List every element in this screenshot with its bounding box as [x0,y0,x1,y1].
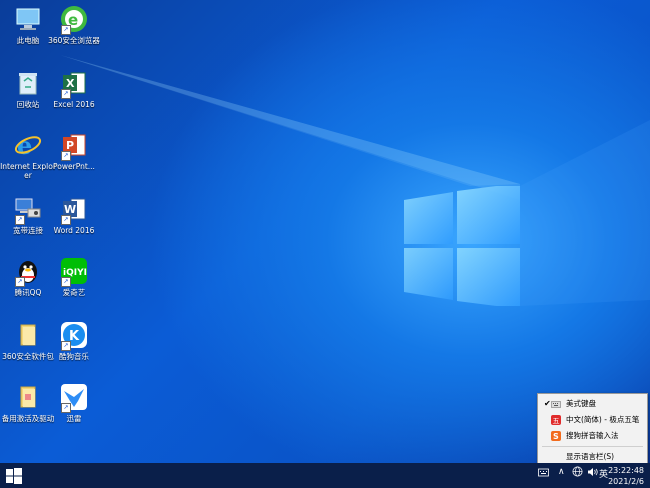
desktop-icon-excel[interactable]: X ↗ Excel 2016 [46,68,102,109]
windows-start-icon [6,468,22,484]
desktop[interactable]: 此电脑 回收站 e Internet Explorer ↗ 宽带连接 ↗ 腾讯Q… [0,0,650,463]
menu-item-sogou-pinyin[interactable]: S 搜狗拼音输入法 [538,428,647,444]
desktop-icon-word[interactable]: W ↗ Word 2016 [46,194,102,235]
menu-item-us-keyboard[interactable]: ✔ 美式键盘 [538,396,647,412]
folder-icon [13,320,43,350]
recycle-bin-icon [13,68,43,98]
start-button[interactable] [6,468,22,484]
shortcut-arrow-icon: ↗ [61,89,71,99]
svg-text:S: S [553,432,559,441]
svg-text:e: e [17,131,32,159]
computer-icon [13,4,43,34]
shortcut-arrow-icon: ↗ [61,403,71,413]
speaker-volume-icon[interactable] [587,467,598,480]
keyboard-tray-icon[interactable] [538,468,549,480]
desktop-icon-kugou[interactable]: K ↗ 酷狗音乐 [46,320,102,361]
system-clock[interactable]: 23:22:48 2021/2/6 [608,465,644,487]
desktop-icon-iqiyi[interactable]: iQIYI ↗ 爱奇艺 [46,256,102,297]
sogou-icon: S [551,431,561,441]
word-icon: W ↗ [59,194,89,225]
network-globe-icon[interactable] [572,466,583,480]
clock-date: 2021/2/6 [608,477,644,486]
windows-logo-wallpaper [404,186,520,306]
input-method-menu: ✔ 美式键盘 五 中文(简体) - 极点五笔 S 搜狗拼音输入法 显示语言栏(S… [537,393,648,463]
360-browser-icon: e ↗ [59,4,89,35]
chevron-up-icon[interactable]: ∧ [558,467,565,477]
iqiyi-icon: iQIYI ↗ [59,256,89,287]
kugou-music-icon: K ↗ [59,320,89,351]
network-connection-icon: ↗ [13,194,43,225]
checkmark-icon: ✔ [544,399,551,408]
qq-penguin-icon: ↗ [13,256,43,287]
jidian-wubi-icon: 五 [551,415,561,425]
svg-text:五: 五 [553,417,560,425]
ime-indicator[interactable]: 英 [599,467,608,480]
shortcut-arrow-icon: ↗ [61,151,71,161]
powerpoint-icon: P ↗ [59,130,89,161]
keyboard-icon [551,399,561,409]
menu-item-jidian-wubi[interactable]: 五 中文(简体) - 极点五笔 [538,412,647,428]
shortcut-arrow-icon: ↗ [61,215,71,225]
shortcut-arrow-icon: ↗ [61,277,71,287]
desktop-icon-xunlei[interactable]: ↗ 迅雷 [46,382,102,423]
menu-item-show-langbar[interactable]: 显示语言栏(S) [538,449,647,463]
desktop-icon-powerpoint[interactable]: P ↗ PowerPnt... [46,130,102,171]
shortcut-arrow-icon: ↗ [15,215,25,225]
internet-explorer-icon: e [13,130,43,160]
shortcut-arrow-icon: ↗ [61,341,71,351]
folder-icon [13,382,43,412]
taskbar: ∧ 英 23:22:48 2021/2/6 [0,463,650,488]
xunlei-bird-icon: ↗ [59,382,89,413]
excel-icon: X ↗ [59,68,89,99]
shortcut-arrow-icon: ↗ [61,25,71,35]
clock-time: 23:22:48 [608,466,644,475]
desktop-icon-360-browser[interactable]: e ↗ 360安全浏览器 [46,4,102,45]
menu-separator [542,446,643,447]
shortcut-arrow-icon: ↗ [15,277,25,287]
